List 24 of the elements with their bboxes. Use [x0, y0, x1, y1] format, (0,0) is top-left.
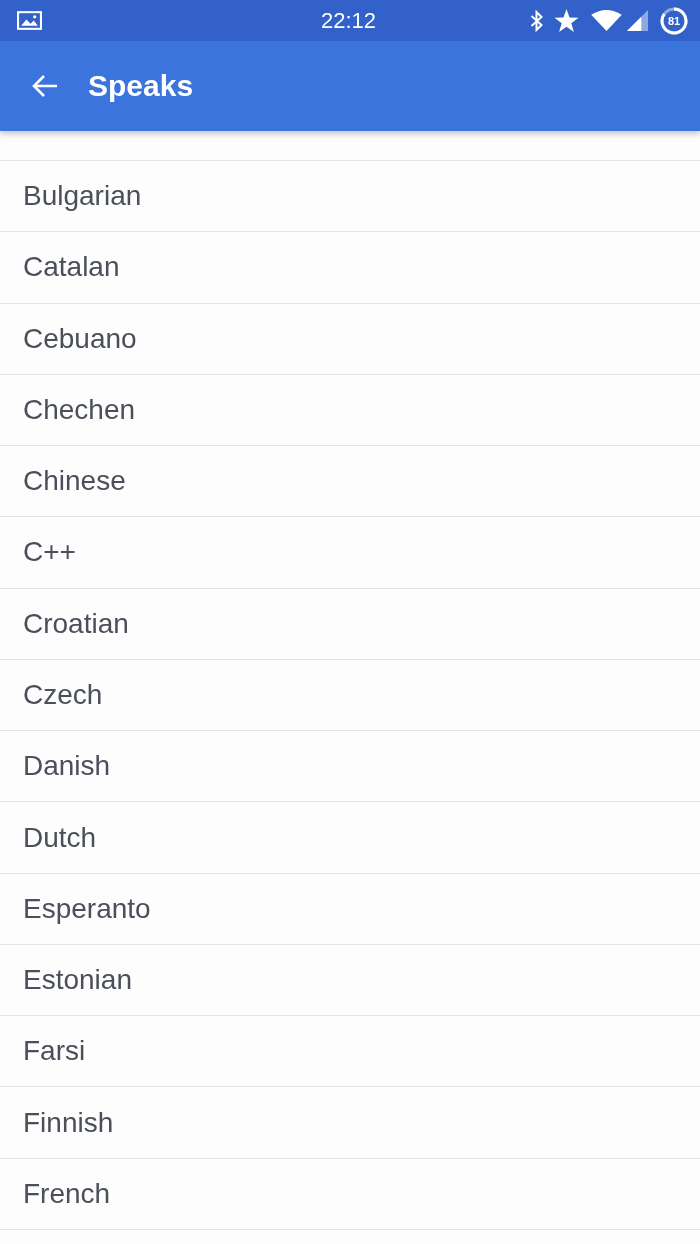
- star-icon: [554, 9, 579, 32]
- language-item[interactable]: Croatian: [0, 588, 700, 660]
- wifi-icon: [591, 10, 622, 31]
- bluetooth-icon: [529, 9, 544, 32]
- status-time: 22:12: [321, 7, 377, 34]
- battery-indicator: 81: [660, 6, 688, 35]
- language-item[interactable]: Czech: [0, 659, 700, 732]
- language-item[interactable]: Bulgarian: [0, 161, 700, 233]
- language-item[interactable]: Finnish: [0, 1087, 700, 1159]
- language-item[interactable]: Dutch: [0, 802, 700, 874]
- language-item[interactable]: Chechen: [0, 374, 700, 447]
- back-arrow-icon: [32, 74, 58, 98]
- language-item[interactable]: Farsi: [0, 1016, 700, 1088]
- language-item[interactable]: Estonian: [0, 944, 700, 1017]
- language-item[interactable]: Catalan: [0, 232, 700, 304]
- language-item[interactable]: French: [0, 1158, 700, 1230]
- app-bar-title: Speaks: [88, 69, 194, 103]
- language-item[interactable]: Esperanto: [0, 873, 700, 945]
- image-icon: [17, 11, 42, 30]
- language-item[interactable]: Chinese: [0, 446, 700, 518]
- language-item[interactable]: Cebuano: [0, 303, 700, 375]
- signal-icon: [627, 10, 648, 31]
- language-item[interactable]: C++: [0, 517, 700, 589]
- language-item[interactable]: Danish: [0, 731, 700, 803]
